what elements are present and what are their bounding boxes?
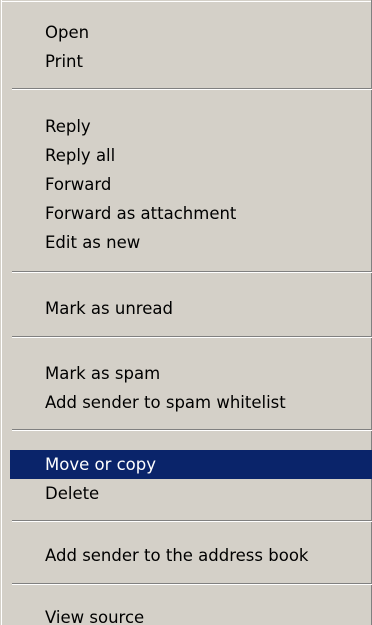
context-menu: Open Print Reply Reply all Forward Forwa… <box>0 0 372 625</box>
menu-item-reply-all[interactable]: Reply all <box>10 141 372 170</box>
menu-item-forward[interactable]: Forward <box>10 170 372 199</box>
menu-separator <box>12 429 372 431</box>
menu-item-view-source[interactable]: View source <box>10 603 372 625</box>
menu-item-add-to-spam-whitelist[interactable]: Add sender to spam whitelist <box>10 388 372 417</box>
menu-separator <box>12 520 372 522</box>
menu-item-open[interactable]: Open <box>10 18 372 47</box>
menu-item-delete[interactable]: Delete <box>10 479 372 508</box>
menu-separator <box>12 336 372 338</box>
menu-item-add-to-address-book[interactable]: Add sender to the address book <box>10 541 372 570</box>
menu-item-forward-as-attachment[interactable]: Forward as attachment <box>10 199 372 228</box>
menu-item-move-or-copy[interactable]: Move or copy <box>10 450 372 479</box>
menu-item-print[interactable]: Print <box>10 47 372 76</box>
menu-separator <box>12 583 372 585</box>
menu-item-mark-as-spam[interactable]: Mark as spam <box>10 359 372 388</box>
menu-top-edge <box>1 1 372 2</box>
menu-separator <box>12 88 372 90</box>
menu-separator <box>12 271 372 273</box>
menu-item-reply[interactable]: Reply <box>10 112 372 141</box>
menu-item-mark-as-unread[interactable]: Mark as unread <box>10 294 372 323</box>
menu-item-edit-as-new[interactable]: Edit as new <box>10 228 372 257</box>
